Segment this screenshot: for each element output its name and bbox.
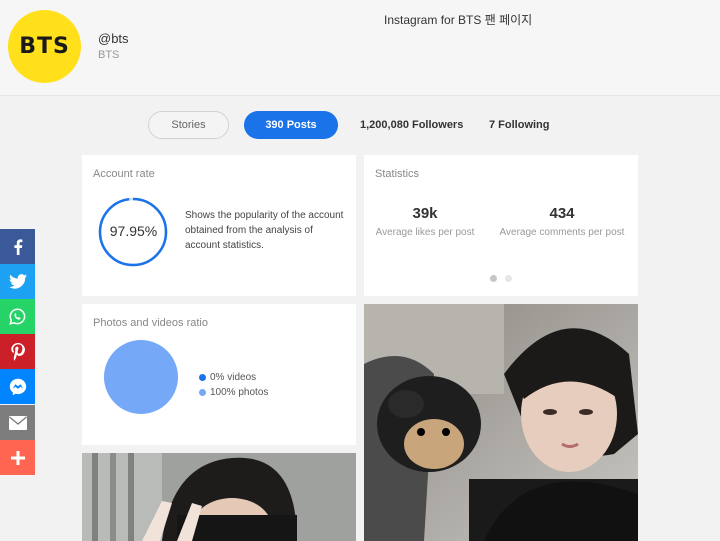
- legend-photos: 100% photos: [199, 387, 268, 398]
- followers-count[interactable]: 1,200,080 Followers: [360, 119, 463, 131]
- email-share-button[interactable]: [0, 405, 35, 440]
- ratio-title: Photos and videos ratio: [93, 317, 208, 329]
- tab-stories[interactable]: Stories: [148, 111, 229, 139]
- account-rate-value: 97.95%: [109, 223, 158, 239]
- whatsapp-icon: [9, 308, 26, 325]
- email-icon: [8, 415, 27, 430]
- legend-videos: 0% videos: [199, 372, 256, 383]
- legend-dot-photos: [199, 389, 206, 396]
- ratio-card: Photos and videos ratio 0% videos 100% p…: [82, 304, 356, 445]
- avatar-logo-text: BTS: [19, 34, 70, 59]
- post-image-jimin-dog[interactable]: [364, 304, 638, 541]
- post-photo-2: [82, 453, 356, 541]
- facebook-share-button[interactable]: [0, 229, 35, 264]
- statistics-title: Statistics: [375, 168, 420, 180]
- legend-photos-label: 100% photos: [210, 387, 269, 398]
- pinterest-icon: [10, 342, 25, 361]
- twitter-icon: [8, 274, 27, 289]
- following-count[interactable]: 7 Following: [489, 119, 550, 131]
- carousel-dot-1[interactable]: [490, 275, 497, 282]
- ratio-pie-chart: [104, 340, 178, 414]
- messenger-icon: [9, 378, 26, 395]
- whatsapp-share-button[interactable]: [0, 299, 35, 334]
- profile-name: BTS: [98, 49, 120, 61]
- page-title: Instagram for BTS 팬 페이지: [384, 13, 533, 27]
- messenger-share-button[interactable]: [0, 369, 35, 404]
- more-icon: [10, 450, 25, 465]
- more-share-button[interactable]: [0, 440, 35, 475]
- carousel-dot-2[interactable]: [505, 275, 512, 282]
- average-comments-label: Average comments per post: [499, 227, 625, 238]
- account-rate-description: Shows the popularity of the account obta…: [185, 210, 344, 251]
- post-photo: [364, 304, 638, 541]
- average-likes-label: Average likes per post: [375, 227, 475, 238]
- facebook-icon: [13, 238, 22, 255]
- profile-header: Instagram for BTS 팬 페이지 BTS @bts BTS: [0, 0, 720, 96]
- post-image-peace-sign[interactable]: [82, 453, 356, 541]
- legend-videos-label: 0% videos: [210, 372, 257, 383]
- average-comments-stat: 434 Average comments per post: [497, 205, 627, 241]
- account-rate-card: Account rate 97.95% Shows the popularity…: [82, 155, 356, 296]
- twitter-share-button[interactable]: [0, 264, 35, 299]
- profile-handle: @bts: [98, 31, 129, 46]
- legend-dot-videos: [199, 374, 206, 381]
- average-comments-value: 434: [549, 205, 575, 222]
- avatar[interactable]: BTS: [8, 10, 81, 83]
- tab-posts[interactable]: 390 Posts: [244, 111, 338, 139]
- account-rate-title: Account rate: [93, 168, 155, 180]
- average-likes-value: 39k: [412, 205, 438, 222]
- statistics-card: Statistics 39k Average likes per post 43…: [364, 155, 638, 296]
- average-likes-stat: 39k Average likes per post: [360, 205, 490, 241]
- pinterest-share-button[interactable]: [0, 334, 35, 369]
